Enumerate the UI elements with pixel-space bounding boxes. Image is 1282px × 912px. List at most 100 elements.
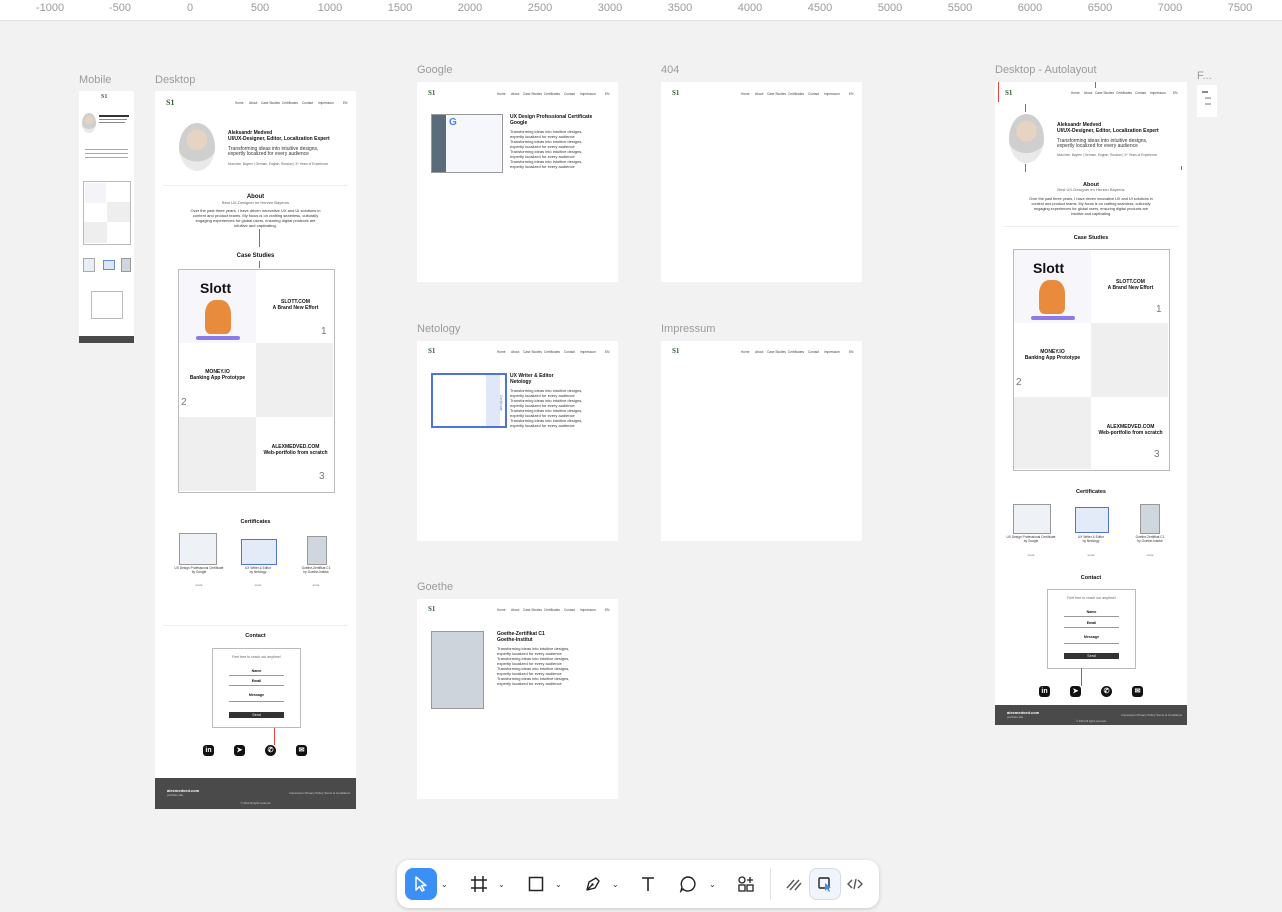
- nav-certificates[interactable]: Certificates: [788, 350, 804, 354]
- comment-tool-button[interactable]: [672, 868, 704, 900]
- netology-frame[interactable]: S1 Home About Case Studies Certificates …: [417, 341, 618, 541]
- nav-impressum[interactable]: Impressum: [824, 92, 840, 96]
- nav-contact[interactable]: Contact: [808, 92, 819, 96]
- autolayout-frame[interactable]: S1 Home About Case Studies Certificates …: [995, 82, 1187, 725]
- nav-about[interactable]: About: [755, 350, 763, 354]
- nav-certificates[interactable]: Certificates: [544, 608, 560, 612]
- case3-subtitle[interactable]: Web-portfolio from scratch: [257, 450, 334, 457]
- cert-netology-thumb[interactable]: [241, 539, 277, 565]
- nav-about[interactable]: About: [249, 101, 257, 105]
- nav-about[interactable]: About: [1084, 91, 1092, 95]
- nav-lang[interactable]: EN: [343, 101, 347, 105]
- frame-label-mobile[interactable]: Mobile: [79, 74, 111, 86]
- cert2-more-link[interactable]: more: [228, 583, 288, 587]
- nav-lang[interactable]: EN: [1173, 91, 1177, 95]
- cert-google-thumb[interactable]: [1013, 504, 1051, 534]
- nav-certificates[interactable]: Certificates: [1116, 91, 1132, 95]
- nav-cases[interactable]: Case Studies: [261, 101, 280, 105]
- nav-contact[interactable]: Contact: [808, 350, 819, 354]
- nav-about[interactable]: About: [755, 92, 763, 96]
- actions-tool-button[interactable]: [730, 868, 762, 900]
- frame-label-google[interactable]: Google: [417, 64, 452, 76]
- nav-impressum[interactable]: Impressum: [824, 350, 840, 354]
- case-card-money-image[interactable]: [256, 343, 333, 417]
- nav-impressum[interactable]: Impressum: [580, 92, 596, 96]
- case-card-money-image[interactable]: [1091, 323, 1168, 397]
- frame-label-goethe[interactable]: Goethe: [417, 581, 453, 593]
- nav-cases[interactable]: Case Studies: [1095, 91, 1114, 95]
- google-frame[interactable]: S1 Home About Case Studies Certificates …: [417, 82, 618, 282]
- nav-lang[interactable]: EN: [605, 608, 609, 612]
- impressum-frame[interactable]: S1 Home About Case Studies Certificates …: [661, 341, 862, 541]
- nav-contact[interactable]: Contact: [564, 92, 575, 96]
- linkedin-icon[interactable]: in: [203, 745, 214, 756]
- nav-home[interactable]: Home: [741, 92, 750, 96]
- case2-subtitle[interactable]: Banking App Prototype: [179, 375, 256, 382]
- desktop-frame[interactable]: S1 Home About Case Studies Certificates …: [155, 91, 356, 809]
- nav-home[interactable]: Home: [497, 92, 506, 96]
- frame-label-404[interactable]: 404: [661, 64, 679, 76]
- chevron-down-icon[interactable]: ⌄: [612, 880, 619, 889]
- send-button[interactable]: Send: [229, 712, 284, 718]
- nav-home[interactable]: Home: [497, 608, 506, 612]
- nav-contact[interactable]: Contact: [564, 608, 575, 612]
- chevron-down-icon[interactable]: ⌄: [555, 880, 562, 889]
- linkedin-icon[interactable]: in: [1039, 686, 1050, 697]
- nav-cases[interactable]: Case Studies: [523, 92, 542, 96]
- nav-about[interactable]: About: [511, 608, 519, 612]
- design-mode-button[interactable]: [809, 868, 841, 900]
- cert2-more-link[interactable]: more: [1061, 553, 1121, 557]
- cert3-more-link[interactable]: more: [286, 583, 346, 587]
- message-input[interactable]: Message: [213, 693, 300, 697]
- dev-mode-button[interactable]: [839, 868, 871, 900]
- telegram-icon[interactable]: ➤: [234, 745, 245, 756]
- nav-home[interactable]: Home: [497, 350, 506, 354]
- mail-icon[interactable]: ✉: [1132, 686, 1143, 697]
- send-button[interactable]: Send: [1064, 653, 1119, 659]
- nav-contact[interactable]: Contact: [1135, 91, 1146, 95]
- horizontal-ruler[interactable]: -1000 -500 0 500 1000 1500 2000 2500 300…: [0, 0, 1282, 21]
- nav-impressum[interactable]: Impressum: [318, 101, 334, 105]
- draw-mode-button[interactable]: [778, 868, 810, 900]
- nav-lang[interactable]: EN: [849, 350, 853, 354]
- goethe-frame[interactable]: S1 Home About Case Studies Certificates …: [417, 599, 618, 799]
- nav-home[interactable]: Home: [235, 101, 244, 105]
- message-input[interactable]: Message: [1048, 635, 1135, 639]
- nav-about[interactable]: About: [511, 350, 519, 354]
- nav-cases[interactable]: Case Studies: [523, 608, 542, 612]
- nav-home[interactable]: Home: [1071, 91, 1080, 95]
- footer-links[interactable]: Impressum Privacy Policy Terms & Conditi…: [289, 791, 350, 795]
- case1-subtitle[interactable]: A Brand New Effort: [1092, 285, 1169, 292]
- nav-about[interactable]: About: [511, 92, 519, 96]
- nav-certificates[interactable]: Certificates: [788, 92, 804, 96]
- case-card-portfolio-image[interactable]: [1014, 397, 1091, 469]
- case-card-portfolio-image[interactable]: [179, 417, 256, 491]
- whatsapp-icon[interactable]: ✆: [1101, 686, 1112, 697]
- footer-links[interactable]: Impressum Privacy Policy Terms & Conditi…: [1121, 713, 1182, 717]
- nav-certificates[interactable]: Certificates: [544, 350, 560, 354]
- cert-google-thumb[interactable]: [179, 533, 217, 565]
- nav-lang[interactable]: EN: [605, 350, 609, 354]
- case-card-slott-image[interactable]: Slott: [1014, 250, 1091, 323]
- frame-label-extra[interactable]: F...: [1197, 70, 1212, 82]
- cert3-more-link[interactable]: more: [1120, 553, 1180, 557]
- nav-lang[interactable]: EN: [605, 92, 609, 96]
- frame-label-desktop[interactable]: Desktop: [155, 74, 195, 86]
- 404-frame[interactable]: S1 Home About Case Studies Certificates …: [661, 82, 862, 282]
- nav-home[interactable]: Home: [741, 350, 750, 354]
- case3-subtitle[interactable]: Web-portfolio from scratch: [1092, 430, 1169, 437]
- nav-impressum[interactable]: Impressum: [1150, 91, 1166, 95]
- frame-tool-button[interactable]: [463, 868, 495, 900]
- pen-tool-button[interactable]: [577, 868, 609, 900]
- cert-goethe-thumb[interactable]: [307, 536, 327, 565]
- text-tool-button[interactable]: [632, 868, 664, 900]
- nav-certificates[interactable]: Certificates: [544, 92, 560, 96]
- nav-cases[interactable]: Case Studies: [767, 92, 786, 96]
- cert-netology-thumb[interactable]: [1075, 507, 1109, 533]
- frame-label-netology[interactable]: Netology: [417, 323, 460, 335]
- nav-contact[interactable]: Contact: [564, 350, 575, 354]
- frame-label-impressum[interactable]: Impressum: [661, 323, 715, 335]
- case2-subtitle[interactable]: Banking App Prototype: [1014, 355, 1091, 362]
- nav-certificates[interactable]: Certificates: [282, 101, 298, 105]
- whatsapp-icon[interactable]: ✆: [265, 745, 276, 756]
